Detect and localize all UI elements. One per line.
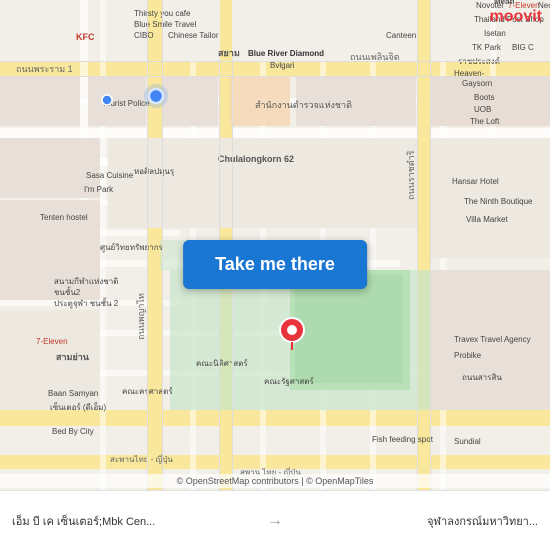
moovit-logo: moovit xyxy=(490,8,542,26)
svg-text:สนามกีฬาแห่งชาติ: สนามกีฬาแห่งชาติ xyxy=(54,277,118,286)
bottom-navigation-bar: เอ็ม บี เค เซ็นเตอร์;Mbk Cen... → จุฬาลง… xyxy=(0,490,550,550)
svg-text:7-Eleven: 7-Eleven xyxy=(36,337,68,346)
svg-text:Mean: Mean xyxy=(494,0,515,6)
svg-text:หอศิลปมุนรุ: หอศิลปมุนรุ xyxy=(134,167,175,176)
svg-text:ศูนย์วิทยทรัพยากร: ศูนย์วิทยทรัพยากร xyxy=(100,242,164,253)
svg-text:Isetan: Isetan xyxy=(484,29,506,38)
svg-text:Bvlgari: Bvlgari xyxy=(270,61,295,70)
svg-text:UOB: UOB xyxy=(474,105,491,114)
svg-text:คณะรัฐศาสตร์: คณะรัฐศาสตร์ xyxy=(264,376,314,386)
map-attribution: © OpenStreetMap contributors | © OpenMap… xyxy=(0,474,550,488)
svg-text:คณะนิติศาสตร์: คณะนิติศาสตร์ xyxy=(196,358,248,368)
origin-label: เอ็ม บี เค เซ็นเตอร์;Mbk Cen... xyxy=(12,512,259,530)
svg-text:ประตูจุฬา ชนชั้น 2: ประตูจุฬา ชนชั้น 2 xyxy=(54,297,119,309)
arrow-icon: → xyxy=(267,512,283,530)
svg-text:Bed By City: Bed By City xyxy=(52,427,94,436)
svg-text:TK Park: TK Park xyxy=(472,43,502,52)
destination-label: จุฬาลงกรณ์มหาวิทยา... xyxy=(291,512,538,530)
svg-text:Chulalongkorn 62: Chulalongkorn 62 xyxy=(218,154,294,164)
svg-text:Canteen: Canteen xyxy=(386,31,416,40)
svg-text:สะพานไทย - ญี่ปุ่น: สะพานไทย - ญี่ปุ่น xyxy=(110,453,173,464)
svg-text:ชนชั้น2: ชนชั้น2 xyxy=(54,286,81,297)
svg-text:Sasa Cuisine: Sasa Cuisine xyxy=(86,171,134,180)
svg-text:Blue Smile Travel: Blue Smile Travel xyxy=(134,20,196,29)
svg-text:Sundial: Sundial xyxy=(454,437,481,446)
svg-text:สามย่าน: สามย่าน xyxy=(56,352,90,362)
svg-text:Hansar Hotel: Hansar Hotel xyxy=(452,177,499,186)
svg-text:เซ็นเตอร์ (ดีเอ็ม): เซ็นเตอร์ (ดีเอ็ม) xyxy=(50,402,107,412)
svg-text:The Ninth Boutique: The Ninth Boutique xyxy=(464,197,533,206)
svg-text:ถนนราชดำริ: ถนนราชดำริ xyxy=(406,150,416,200)
svg-text:สำนักงานตำรวจแห่งชาติ: สำนักงานตำรวจแห่งชาติ xyxy=(255,100,352,110)
take-me-there-button[interactable]: Take me there xyxy=(183,240,367,289)
attribution-text: © OpenStreetMap contributors | © OpenMap… xyxy=(177,476,374,486)
svg-text:The Loft: The Loft xyxy=(470,117,500,126)
svg-text:I'm Park: I'm Park xyxy=(84,185,114,194)
svg-text:Gaysorn: Gaysorn xyxy=(462,79,492,88)
svg-text:ถนนพระราม 1: ถนนพระราม 1 xyxy=(16,64,73,74)
svg-text:ถนนเพลินจิต: ถนนเพลินจิต xyxy=(350,52,400,62)
svg-text:Chinese Tailor: Chinese Tailor xyxy=(168,31,219,40)
svg-text:ถนนพญาไท: ถนนพญาไท xyxy=(136,293,146,340)
svg-text:Probike: Probike xyxy=(454,351,482,360)
svg-text:ถนนสารสิน: ถนนสารสิน xyxy=(462,373,502,382)
svg-text:Fish feeding spot: Fish feeding spot xyxy=(372,435,434,444)
map-container: ถนนเพลินจิต ถนนพระราม 1 ถนนพญาไท ถนนราชด… xyxy=(0,0,550,490)
svg-text:BIG C: BIG C xyxy=(512,43,534,52)
svg-text:Tenten hostel: Tenten hostel xyxy=(40,213,88,222)
svg-text:CIBO: CIBO xyxy=(134,31,154,40)
svg-text:สยาม: สยาม xyxy=(218,48,240,58)
svg-text:Baan Samyan: Baan Samyan xyxy=(48,389,98,398)
svg-text:KFC: KFC xyxy=(76,32,95,42)
svg-text:Boots: Boots xyxy=(474,93,494,102)
svg-text:Blue River Diamond: Blue River Diamond xyxy=(248,49,324,58)
svg-text:Villa Market: Villa Market xyxy=(466,215,508,224)
svg-text:Travex Travel Agency: Travex Travel Agency xyxy=(454,335,531,344)
moovit-brand-text: moovit xyxy=(490,8,542,25)
